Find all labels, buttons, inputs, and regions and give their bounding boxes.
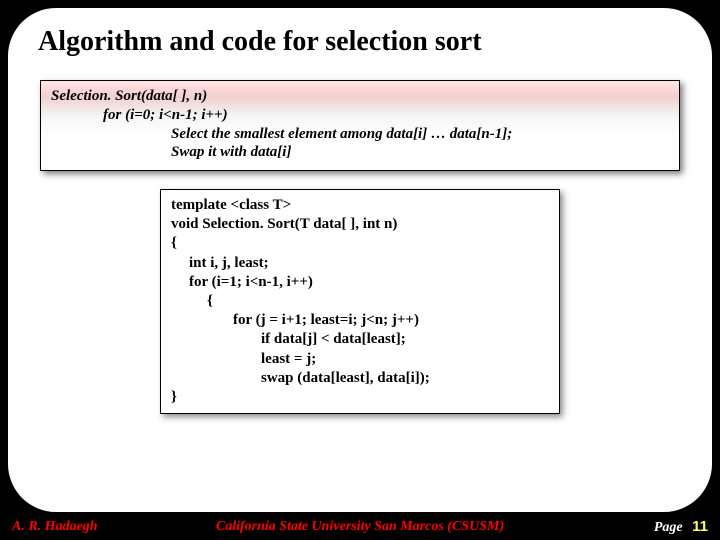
page-number: 11 — [692, 518, 708, 535]
code-line: for (j = i+1; least=i; j<n; j++) — [233, 311, 549, 330]
code-line: swap (data[least], data[i]); — [261, 369, 549, 388]
footer-author: A. R. Hadaegh — [12, 519, 98, 535]
pseudocode-box: Selection. Sort(data[ ], n) for (i=0; i<… — [40, 80, 680, 171]
code-box: template <class T> void Selection. Sort(… — [160, 189, 560, 414]
code-line: { — [171, 234, 549, 253]
code-line: { — [207, 292, 549, 311]
code-line: } — [171, 388, 549, 407]
code-line: if data[j] < data[least]; — [261, 330, 549, 349]
pseudo-swap: Swap it with data[i] — [171, 143, 669, 162]
footer: A. R. Hadaegh California State Universit… — [0, 514, 720, 540]
slide-title: Algorithm and code for selection sort — [38, 26, 690, 58]
pseudo-for: for (i=0; i<n-1; i++) — [103, 106, 669, 125]
footer-page: Page 11 — [654, 518, 708, 536]
code-line: template <class T> — [171, 196, 549, 215]
page-label: Page — [654, 520, 683, 535]
pseudo-signature: Selection. Sort(data[ ], n) — [51, 87, 669, 106]
code-line: for (i=1; i<n-1, i++) — [189, 273, 549, 292]
code-line: least = j; — [261, 350, 549, 369]
code-line: void Selection. Sort(T data[ ], int n) — [171, 215, 549, 234]
footer-affiliation: California State University San Marcos (… — [0, 519, 720, 535]
pseudo-select: Select the smallest element among data[i… — [171, 125, 669, 144]
slide: Algorithm and code for selection sort Se… — [8, 8, 712, 512]
code-line: int i, j, least; — [189, 254, 549, 273]
